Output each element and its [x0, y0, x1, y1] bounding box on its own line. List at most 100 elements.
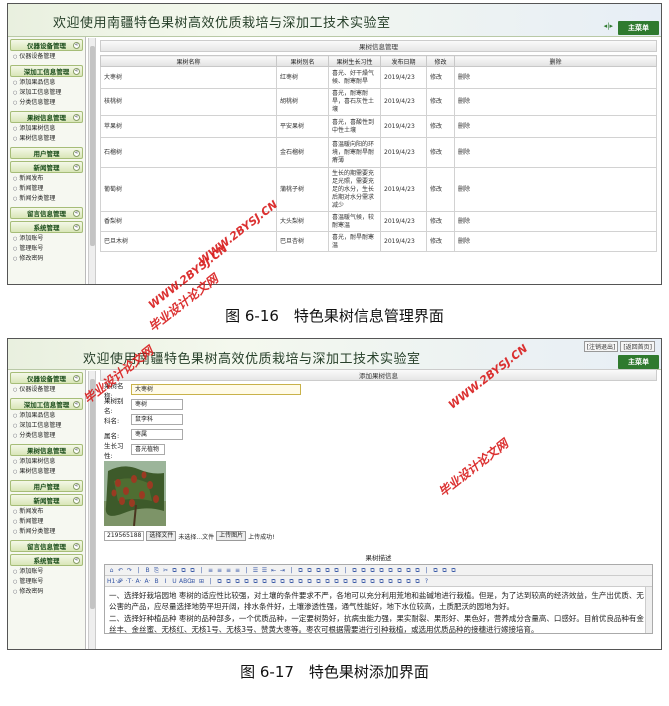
editor-tool-icon[interactable]: ⊞: [197, 577, 206, 586]
editor-tool-icon[interactable]: ⧉: [368, 577, 377, 586]
sidebar-item[interactable]: 修改密码: [13, 587, 83, 597]
sidebar-group-title[interactable]: 仪器设备管理 «: [10, 372, 83, 384]
editor-tool-icon[interactable]: ⧉: [386, 566, 395, 575]
edit-link[interactable]: 修改: [426, 231, 455, 252]
editor-tool-icon[interactable]: ⧉: [323, 577, 332, 586]
editor-tool-icon[interactable]: ⧉: [368, 566, 377, 575]
sidebar-group-title[interactable]: 仪器设备管理 «: [10, 39, 83, 51]
sidebar-item[interactable]: 管理账号: [13, 244, 83, 254]
habit-input[interactable]: 喜光植物: [131, 444, 165, 455]
delete-link[interactable]: 删除: [454, 137, 657, 168]
sidebar-item[interactable]: 添加果树信息: [13, 457, 83, 467]
sidebar-group-title[interactable]: 果树信息管理 «: [10, 111, 83, 123]
editor-tool-icon[interactable]: ⧉: [233, 577, 242, 586]
editor-tool-icon[interactable]: ⧉: [413, 566, 422, 575]
editor-tool-icon[interactable]: ⧉: [413, 577, 422, 586]
family-input[interactable]: 鼠李科: [131, 414, 183, 425]
editor-tool-icon[interactable]: ⇤: [269, 566, 278, 575]
sidebar-item[interactable]: 新闻管理: [13, 517, 83, 527]
collapse-icon[interactable]: «: [73, 164, 80, 171]
sidebar-item[interactable]: 仪器设备管理: [13, 385, 83, 395]
editor-tool-icon[interactable]: ⧉: [395, 566, 404, 575]
delete-link[interactable]: 删除: [454, 88, 657, 116]
sidebar-item[interactable]: 添加果树信息: [13, 124, 83, 134]
editor-tool-icon[interactable]: ⧉: [359, 566, 368, 575]
sidebar-group-title[interactable]: 果树信息管理 «: [10, 444, 83, 456]
editor-tool-icon[interactable]: |: [287, 566, 296, 575]
sidebar-group-title[interactable]: 深加工信息管理 «: [10, 398, 83, 410]
editor-tool-icon[interactable]: ?: [422, 577, 431, 586]
sidebar-group-title[interactable]: 用户管理 «: [10, 480, 83, 492]
delete-link[interactable]: 删除: [454, 66, 657, 89]
editor-body[interactable]: 一、选择好栽培园地 枣树的适应性比较强，对土壤的条件要求不严，各地可以充分利用荒…: [105, 587, 652, 633]
edit-link[interactable]: 修改: [426, 167, 455, 212]
sidebar-item[interactable]: 果树信息管理: [13, 467, 83, 477]
delete-link[interactable]: 删除: [454, 211, 657, 232]
editor-tool-icon[interactable]: ⧉: [305, 577, 314, 586]
delete-link[interactable]: 删除: [454, 115, 657, 138]
sidebar-group-title[interactable]: 系统管理 «: [10, 221, 83, 233]
editor-tool-icon[interactable]: H1·: [107, 577, 117, 586]
collapse-icon[interactable]: «: [73, 497, 80, 504]
sidebar-group-title[interactable]: 用户管理 «: [10, 147, 83, 159]
editor-tool-icon[interactable]: ↷: [125, 566, 134, 575]
editor-tool-icon[interactable]: ⊞: [188, 577, 197, 586]
editor-tool-icon[interactable]: I: [161, 577, 170, 586]
collapse-icon[interactable]: «: [73, 114, 80, 121]
editor-tool-icon[interactable]: ⧉: [386, 577, 395, 586]
sidebar-item[interactable]: 添加账号: [13, 567, 83, 577]
editor-tool-icon[interactable]: ⧉: [404, 566, 413, 575]
editor-scrollbar[interactable]: [645, 587, 652, 633]
delete-link[interactable]: 删除: [454, 167, 657, 212]
sidebar-group-title[interactable]: 留言信息管理 «: [10, 540, 83, 552]
rich-text-editor[interactable]: ⌂ ↶ ↷ | B ⎘ ✂ ⧉ ⧉ ⧉ | ≡ ≡ ≡ ≡ | ☰ ☰ ⇤ ⇥ | ⧉ ⧉ ⧉ ⧉ ⧉ | ⧉ ⧉ ⧉ ⧉ ⧉ ⧉ ⧉ ⧉ | ⧉ ⧉ ⧉ …: [104, 564, 653, 634]
editor-tool-icon[interactable]: ⧉: [260, 577, 269, 586]
sidebar-item[interactable]: 分类信息管理: [13, 98, 83, 108]
editor-tool-icon[interactable]: ☰: [251, 566, 260, 575]
collapse-icon[interactable]: «: [73, 375, 80, 382]
sidebar-item[interactable]: 新闻分类管理: [13, 194, 83, 204]
collapse-icon[interactable]: «: [73, 543, 80, 550]
main-menu-button[interactable]: 主菜单: [618, 355, 659, 369]
editor-tool-icon[interactable]: ·T·: [125, 577, 134, 586]
editor-tool-icon[interactable]: ⧉: [440, 566, 449, 575]
editor-tool-icon[interactable]: ⧉: [431, 566, 440, 575]
sidebar-group-title[interactable]: 深加工信息管理 «: [10, 65, 83, 77]
editor-tool-icon[interactable]: ⧉: [179, 566, 188, 575]
editor-tool-icon[interactable]: ⧉: [188, 566, 197, 575]
editor-tool-icon[interactable]: |: [422, 566, 431, 575]
editor-tool-icon[interactable]: |: [197, 566, 206, 575]
delete-link[interactable]: 删除: [454, 231, 657, 252]
editor-tool-icon[interactable]: ⧉: [296, 577, 305, 586]
editor-tool-icon[interactable]: ⧉: [350, 566, 359, 575]
sidebar-group-title[interactable]: 系统管理 «: [10, 554, 83, 566]
edit-link[interactable]: 修改: [426, 211, 455, 232]
sidebar-item[interactable]: 分类信息管理: [13, 431, 83, 441]
editor-tool-icon[interactable]: ≡: [206, 566, 215, 575]
editor-tool-icon[interactable]: ⧉: [404, 577, 413, 586]
logout-link[interactable]: [注销退出]: [583, 341, 619, 352]
sidebar-item[interactable]: 新闻发布: [13, 507, 83, 517]
editor-tool-icon[interactable]: ⧉: [395, 577, 404, 586]
collapse-icon[interactable]: «: [73, 401, 80, 408]
editor-tool-icon[interactable]: ⧉: [350, 577, 359, 586]
collapse-icon[interactable]: «: [73, 210, 80, 217]
editor-tool-icon[interactable]: |: [341, 566, 350, 575]
choose-file-button[interactable]: 选择文件: [146, 531, 177, 541]
sidebar-group-title[interactable]: 新闻管理 «: [10, 161, 83, 173]
editor-tool-icon[interactable]: ≡: [215, 566, 224, 575]
editor-tool-icon[interactable]: ⎘: [152, 566, 161, 575]
editor-tool-icon[interactable]: ⧉: [377, 577, 386, 586]
editor-tool-icon[interactable]: |: [134, 566, 143, 575]
editor-tool-icon[interactable]: ⧉: [332, 577, 341, 586]
sidebar-item[interactable]: 深加工信息管理: [13, 88, 83, 98]
editor-tool-icon[interactable]: ⌂: [107, 566, 116, 575]
sidebar-item[interactable]: 添加账号: [13, 234, 83, 244]
editor-tool-icon[interactable]: ≡: [224, 566, 233, 575]
editor-tool-icon[interactable]: U: [170, 577, 179, 586]
edit-link[interactable]: 修改: [426, 66, 455, 89]
editor-tool-icon[interactable]: ⧉: [242, 577, 251, 586]
nav-arrows-icon[interactable]: ◂|▸: [604, 22, 613, 30]
sidebar-item[interactable]: 管理账号: [13, 577, 83, 587]
scrollbar-thumb[interactable]: [90, 46, 95, 246]
